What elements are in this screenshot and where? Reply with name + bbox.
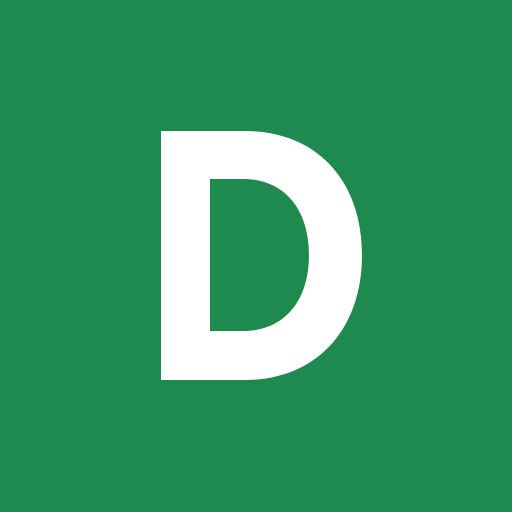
app-icon: D	[0, 0, 512, 512]
letter-d-shape	[161, 131, 362, 380]
letter-d-glyph: D	[161, 131, 362, 380]
